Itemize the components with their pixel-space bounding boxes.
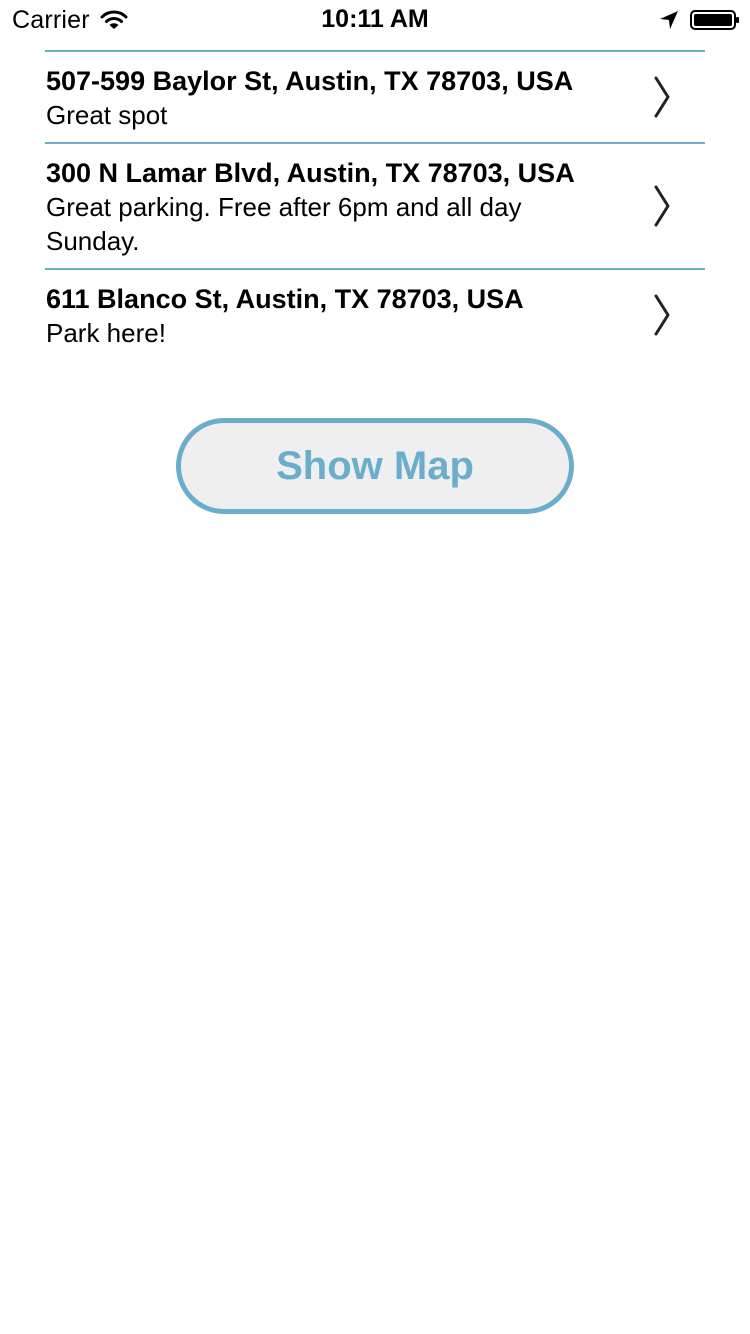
item-address: 300 N Lamar Blvd, Austin, TX 78703, USA: [46, 158, 575, 188]
location-arrow-icon: [660, 11, 678, 29]
item-note: Park here!: [46, 318, 166, 348]
status-bar: Carrier 10:11 AM: [0, 0, 750, 40]
battery-icon: [690, 10, 739, 30]
status-time: 10:11 AM: [321, 5, 429, 33]
show-map-button[interactable]: Show Map: [176, 418, 574, 514]
chevron-right-icon: [654, 185, 670, 227]
item-address: 507-599 Baylor St, Austin, TX 78703, USA: [46, 66, 574, 96]
chevron-right-icon: [654, 294, 670, 336]
list-item[interactable]: 300 N Lamar Blvd, Austin, TX 78703, USA …: [45, 142, 705, 268]
parking-list[interactable]: 507-599 Baylor St, Austin, TX 78703, USA…: [45, 50, 705, 387]
item-address: 611 Blanco St, Austin, TX 78703, USA: [46, 284, 524, 314]
list-item[interactable]: 507-599 Baylor St, Austin, TX 78703, USA…: [45, 50, 705, 142]
chevron-right-icon: [654, 76, 670, 118]
item-note: Great spot: [46, 100, 168, 130]
list-item[interactable]: 611 Blanco St, Austin, TX 78703, USA Par…: [45, 268, 705, 360]
screen: Carrier 10:11 AM 507-599 Baylor St, Aust…: [0, 0, 750, 1334]
item-note: Great parking. Free after 6pm and all da…: [46, 192, 522, 256]
